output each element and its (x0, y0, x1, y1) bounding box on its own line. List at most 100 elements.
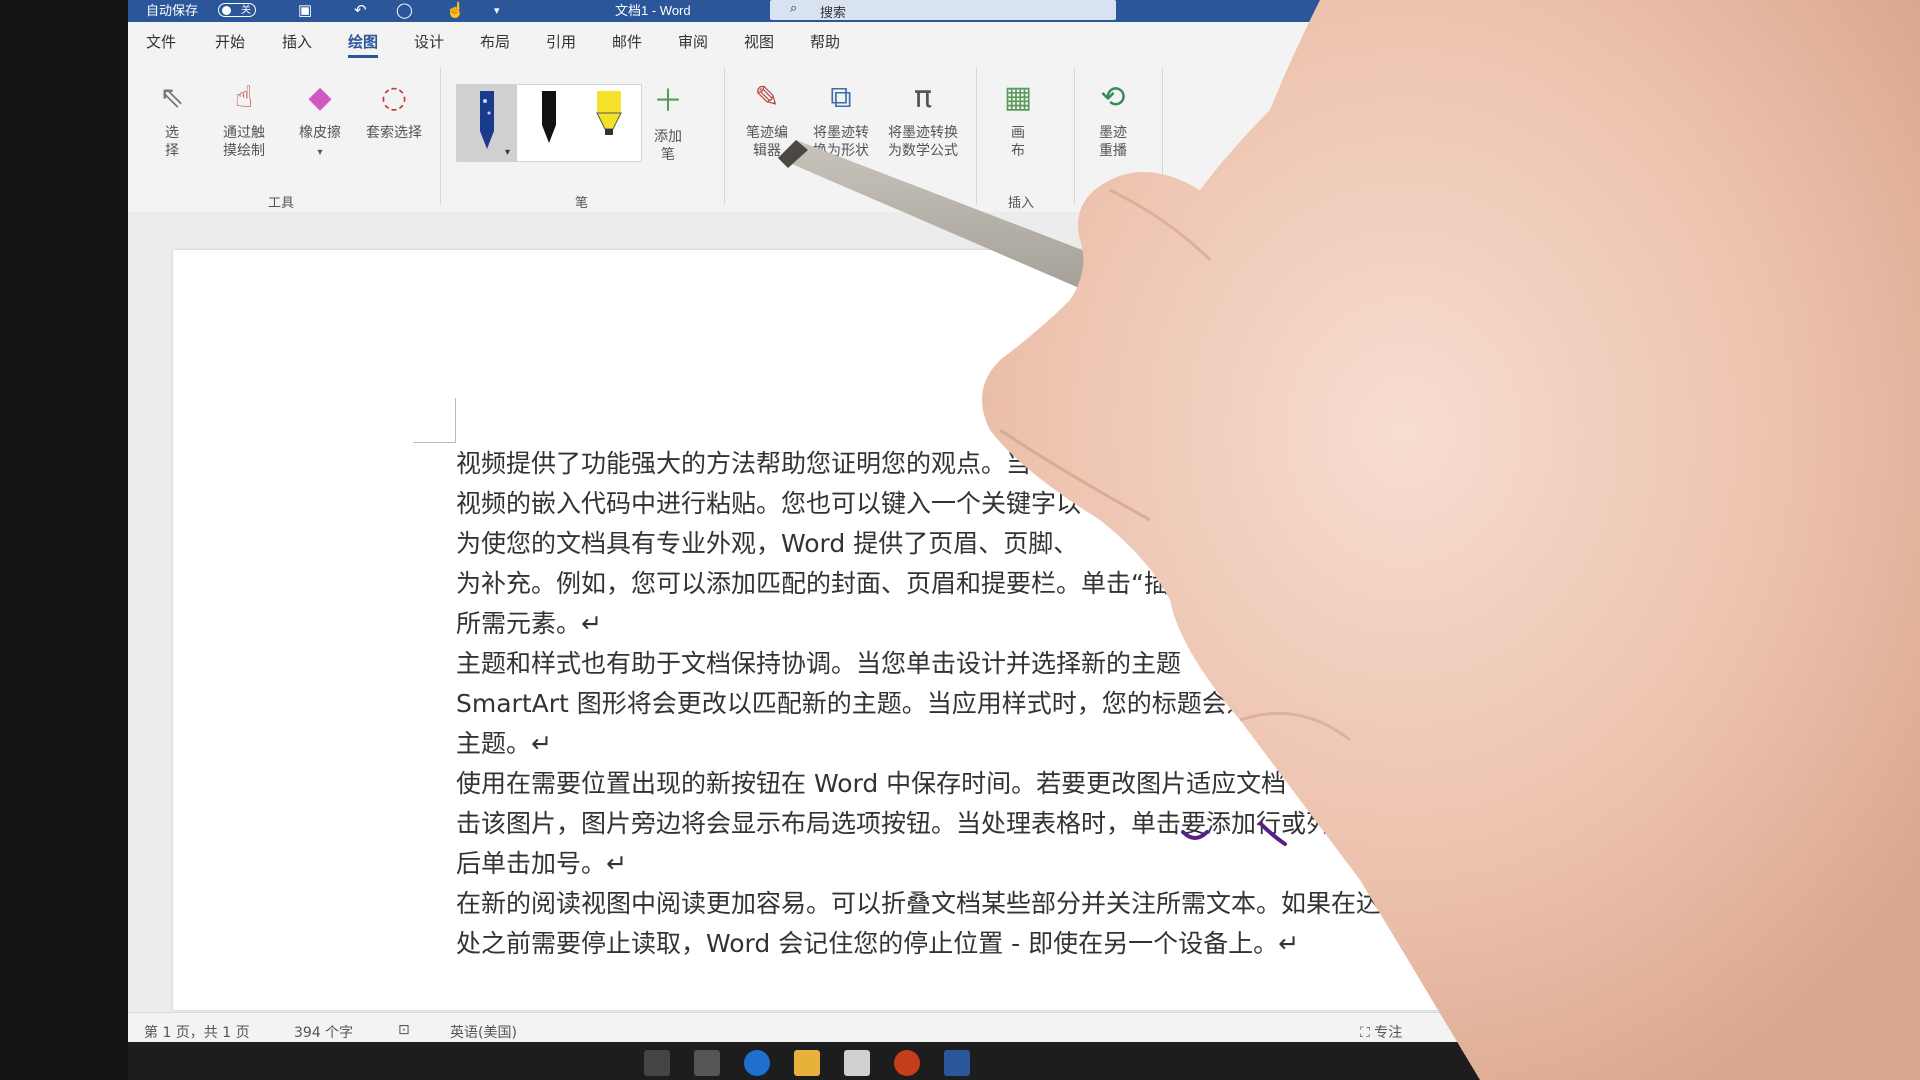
word-count[interactable]: 394 个字 (294, 1022, 353, 1042)
tab-view[interactable]: 视图 (744, 31, 774, 52)
customize-qat-icon[interactable]: ▾ (494, 2, 500, 20)
ink-to-shape-button[interactable]: ⧉ 将墨迹转 换为形状 (804, 78, 878, 160)
ink-editor-icon: ✎ (754, 80, 780, 115)
doc-line: 后单击加号。↵ (456, 849, 627, 878)
read-mode-icon[interactable]: ▥ (1454, 1022, 1467, 1038)
redo-icon[interactable]: ◯ (396, 2, 413, 20)
ink-stroke (1181, 822, 1287, 846)
doc-line: 在新的阅读视图中阅读更加容易。可以折叠文档某些部分并关注所需文本。如果在达 (456, 889, 1382, 918)
title-bar: 自动保存 关 ▣ ↶ ◯ ☝ ▾ 文档1 - Word ⌕ 搜索 Surface… (128, 0, 1798, 22)
document-page[interactable]: 视频提供了功能强大的方法帮助您证明您的观点。当单 视频的嵌入代码中进行粘贴。您也… (173, 250, 1698, 1010)
status-bar: 第 1 页，共 1 页 394 个字 ⊡ 英语(美国) ⛶ 专注 ▥ ▤ (128, 1012, 1798, 1043)
focus-icon: ⛶ (1360, 1025, 1375, 1041)
proofing-icon[interactable]: ⊡ (398, 1022, 410, 1038)
margin-corner-mark (413, 398, 456, 443)
select-button[interactable]: ⇖ 选 择 (150, 78, 194, 160)
select-label: 选 择 (165, 125, 179, 159)
comment-icon: ▭ (1686, 39, 1704, 55)
highlighter-yellow-icon (596, 91, 622, 135)
restore-icon[interactable]: ❐ (1694, 0, 1734, 20)
eraser-dropdown-icon[interactable]: ▾ (317, 147, 322, 158)
tab-file[interactable]: 文件 (146, 31, 176, 52)
document-area: 视频提供了功能强大的方法帮助您证明您的观点。当单 视频的嵌入代码中进行粘贴。您也… (128, 212, 1798, 1012)
insert-group-label: 插入 (1008, 196, 1035, 211)
document-body[interactable]: 视频提供了功能强大的方法帮助您证明您的观点。当单 视频的嵌入代码中进行粘贴。您也… (456, 444, 1456, 964)
pen-black[interactable] (519, 85, 579, 161)
ink-to-math-icon: π (913, 80, 933, 115)
search-box[interactable]: ⌕ 搜索 (770, 0, 1116, 21)
group-separator (976, 68, 977, 204)
doc-line: 为补充。例如，您可以添加匹配的封面、页眉和提要栏。单击“插 (456, 569, 1169, 598)
doc-line: 使用在需要位置出现的新按钮在 Word 中保存时间。若要更改图片适应文档 (456, 769, 1287, 798)
lasso-icon: ◌ (380, 80, 408, 115)
feedback-smiley-icon[interactable]: ☺ (1760, 36, 1778, 54)
lasso-select-label: 套索选择 (366, 125, 422, 141)
ink-editor-button[interactable]: ✎ 笔迹编 辑器 (734, 78, 800, 160)
autosave-toggle[interactable]: 关 (218, 3, 256, 17)
page-info[interactable]: 第 1 页，共 1 页 (144, 1022, 250, 1042)
tab-layout[interactable]: 布局 (480, 31, 510, 52)
group-separator (440, 68, 441, 204)
highlighter-yellow[interactable] (579, 85, 639, 161)
tab-design[interactable]: 设计 (414, 31, 444, 52)
tab-help[interactable]: 帮助 (810, 31, 840, 52)
collapse-ribbon-icon[interactable]: ⌃ (1774, 194, 1784, 208)
avatar[interactable]: SL (1575, 0, 1597, 20)
close-icon[interactable]: ✕ (1740, 0, 1780, 20)
search-taskbar-icon[interactable] (644, 1050, 670, 1076)
comments-button[interactable]: ▭ 批注 (1686, 36, 1732, 56)
tab-references[interactable]: 引用 (546, 31, 576, 52)
wifi-icon[interactable]: ≋ (1644, 1050, 1657, 1069)
print-layout-icon[interactable]: ▤ (1500, 1022, 1513, 1038)
tab-insert[interactable]: 插入 (282, 31, 312, 52)
taskbar: ⌃ ☁ ▭ ≋ ♪ (128, 1042, 1798, 1080)
device-name: Surface Laptop (1460, 3, 1549, 18)
lasso-select-button[interactable]: ◌ 套索选择 (356, 78, 432, 142)
tab-mailings[interactable]: 邮件 (612, 31, 642, 52)
minimize-icon[interactable]: – (1650, 0, 1690, 20)
language[interactable]: 英语(美国) (450, 1022, 517, 1042)
pen-galaxy[interactable]: ▾ (457, 85, 517, 161)
powerpoint-icon[interactable] (894, 1050, 920, 1076)
tools-group-label: 工具 (268, 196, 295, 211)
replay-group-label: 重 (1104, 196, 1118, 211)
doc-line: SmartArt 图形将会更改以匹配新的主题。当应用样式时，您的标题会进 (456, 689, 1252, 718)
tab-review[interactable]: 审阅 (678, 31, 708, 52)
ribbon-display-icon[interactable]: ⊡ (1604, 0, 1644, 20)
tab-draw[interactable]: 绘图 (348, 31, 379, 58)
cloud-icon[interactable]: ☁ (1572, 1050, 1588, 1069)
focus-button[interactable]: ⛶ 专注 (1360, 1022, 1402, 1042)
svg-text:▾: ▾ (505, 147, 510, 158)
add-pen-button[interactable]: ＋ 添加 笔 (646, 82, 690, 164)
share-button[interactable]: ⇪ 共享 (1608, 36, 1652, 56)
tab-home[interactable]: 开始 (215, 31, 245, 52)
ink-replay-button[interactable]: ⟲ 墨迹 重播 (1088, 78, 1138, 160)
canvas-icon: ▦ (1003, 80, 1033, 115)
eraser-icon: ◆ (308, 80, 332, 115)
draw-with-touch-label: 通过触 摸绘制 (223, 125, 265, 159)
group-separator (1162, 68, 1163, 204)
pen-gallery: ▾ (456, 84, 642, 162)
task-view-icon[interactable] (694, 1050, 720, 1076)
ribbon-tabs: 文件 开始 插入 绘图 设计 布局 引用 邮件 审阅 视图 帮助 ⇪ 共享 ▭ … (128, 22, 1798, 58)
chevron-up-icon[interactable]: ⌃ (1538, 1050, 1551, 1069)
eraser-button[interactable]: ◆ 橡皮擦 ▾ (288, 78, 352, 162)
draw-with-touch-button[interactable]: ☝ 通过触 摸绘制 (212, 78, 276, 160)
plus-icon: ＋ (653, 84, 683, 119)
file-explorer-icon[interactable] (794, 1050, 820, 1076)
ink-to-math-button[interactable]: π 将墨迹转换 为数学公式 (880, 78, 966, 160)
eraser-label: 橡皮擦 (299, 125, 341, 141)
volume-icon[interactable]: ♪ (1680, 1050, 1690, 1069)
store-icon[interactable] (844, 1050, 870, 1076)
document-title: 文档1 - Word (615, 3, 691, 18)
share-icon: ⇪ (1608, 39, 1625, 55)
edge-icon[interactable] (744, 1050, 770, 1076)
save-icon[interactable]: ▣ (298, 2, 312, 20)
undo-icon[interactable]: ↶ (354, 2, 367, 20)
word-icon[interactable] (944, 1050, 970, 1076)
touch-mode-icon[interactable]: ☝ (446, 2, 465, 20)
drawing-canvas-button[interactable]: ▦ 画 布 (996, 78, 1040, 160)
ink-editor-label: 笔迹编 辑器 (746, 125, 788, 159)
battery-icon[interactable]: ▭ (1608, 1050, 1623, 1069)
doc-line: 视频提供了功能强大的方法帮助您证明您的观点。当单 (456, 449, 1057, 478)
